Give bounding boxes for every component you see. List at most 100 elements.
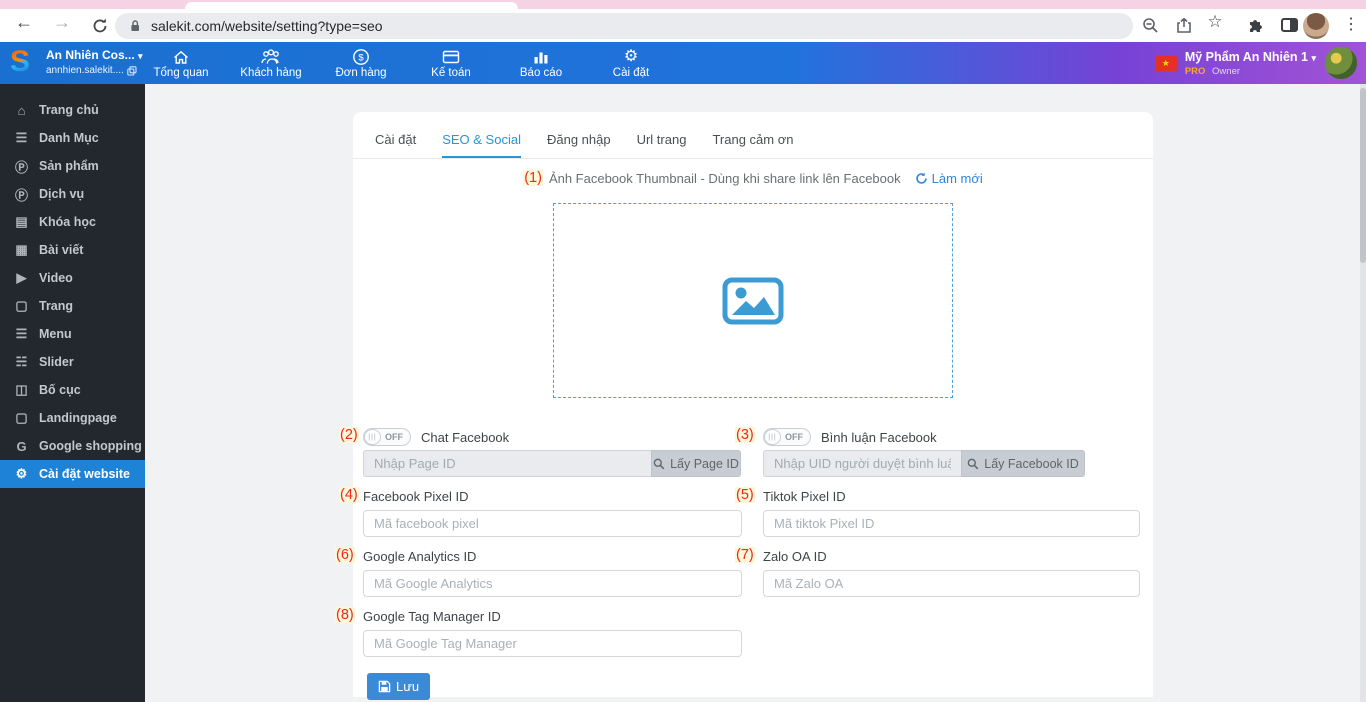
account-switcher[interactable]: An Nhiên Cos... ▾ annhien.salekit.... — [46, 48, 143, 76]
nav-tong-quan[interactable]: Tổng quan — [150, 48, 212, 79]
annotation-marker-4: (4) — [339, 487, 359, 503]
tiktok-pixel-input[interactable] — [763, 510, 1140, 537]
page-id-input-group: Lấy Page ID — [363, 450, 741, 477]
url-bar[interactable]: salekit.com/website/setting?type=seo — [115, 13, 1133, 39]
zoom-icon[interactable] — [1141, 16, 1161, 36]
share-icon[interactable] — [1174, 16, 1194, 36]
sidebar-item-label: Menu — [39, 327, 72, 341]
sidebar-item-san-pham[interactable]: Ⓟ Sản phẩm — [0, 152, 145, 180]
sidebar-item-menu[interactable]: ☰ Menu — [0, 320, 145, 348]
toggle-state-label: OFF — [385, 432, 403, 442]
forward-button[interactable]: → — [50, 12, 74, 33]
sidebar-item-trang-chu[interactable]: ⌂ Trang chủ — [0, 96, 145, 124]
back-button[interactable]: ← — [12, 12, 36, 33]
thumbnail-header: (1) Ảnh Facebook Thumbnail - Dùng khi sh… — [353, 170, 1153, 186]
plan-badge: PRO — [1184, 65, 1206, 77]
zalo-oa-field: (7) Zalo OA ID — [735, 547, 1140, 597]
sidebar-item-cai-dat-website[interactable]: ⚙ Cài đặt website — [0, 460, 145, 488]
browser-menu-icon[interactable]: ⋮ — [1343, 14, 1359, 34]
scrollbar-thumb[interactable] — [1360, 88, 1366, 263]
nav-bao-cao[interactable]: Báo cáo — [510, 48, 572, 79]
newspaper-icon: ▦ — [15, 242, 28, 257]
shop-avatar[interactable] — [1324, 46, 1358, 80]
browser-toolbar: ← → salekit.com/website/setting?type=seo… — [0, 9, 1366, 42]
annotation-marker-1: (1) — [523, 170, 543, 186]
nav-label: Kế toán — [431, 66, 471, 79]
toggle-inputs-row: Lấy Page ID Lấy Facebook ID — [353, 450, 1153, 477]
tabs-divider — [353, 158, 1153, 159]
page-icon: ▢ — [15, 298, 28, 313]
nav-cai-dat[interactable]: ⚙ Cài đặt — [600, 48, 662, 79]
search-icon — [967, 458, 979, 469]
browser-profile-avatar[interactable] — [1303, 13, 1329, 39]
header-right: ★ Mỹ Phẩm An Nhiên 1 ▾ PRO Owner — [1154, 42, 1358, 84]
extensions-puzzle-icon[interactable] — [1246, 16, 1266, 36]
save-floppy-icon — [378, 680, 391, 693]
google-icon: G — [16, 438, 27, 454]
annotation-marker-8: (8) — [335, 607, 355, 623]
sidebar-item-label: Trang — [39, 299, 74, 313]
refresh-icon — [915, 172, 927, 184]
get-facebook-id-label: Lấy Facebook ID — [984, 456, 1079, 471]
sidebar-item-dich-vu[interactable]: Ⓟ Dịch vụ — [0, 180, 145, 208]
browser-tab-strip — [0, 0, 1366, 9]
zalo-oa-input[interactable] — [763, 570, 1140, 597]
vietnam-flag-icon[interactable]: ★ — [1154, 55, 1177, 71]
content-area: Cài đặt SEO & Social Đăng nhập Url trang… — [145, 84, 1366, 702]
service-icon: Ⓟ — [14, 187, 28, 203]
sidebar-item-slider[interactable]: ☵ Slider — [0, 348, 145, 376]
salekit-logo[interactable]: S — [10, 45, 30, 79]
dollar-circle-icon: $ — [353, 48, 369, 65]
url-text: salekit.com/website/setting?type=seo — [151, 18, 383, 34]
sidebar-item-label: Dịch vụ — [39, 187, 85, 201]
toggle-knob: ||| — [764, 429, 781, 445]
sidebar-item-landingpage[interactable]: ▢ Landingpage — [0, 404, 145, 432]
reload-icon[interactable] — [90, 16, 110, 36]
chat-facebook-toggle[interactable]: ||| OFF — [363, 428, 411, 446]
side-panel-icon[interactable] — [1281, 18, 1298, 32]
get-page-id-button[interactable]: Lấy Page ID — [651, 450, 741, 477]
nav-don-hang[interactable]: $ Đơn hàng — [330, 48, 392, 79]
facebook-uid-input[interactable] — [763, 450, 961, 477]
tab-url-trang[interactable]: Url trang — [637, 132, 687, 159]
sidebar-item-video[interactable]: ▶ Video — [0, 264, 145, 292]
sidebar-item-bo-cuc[interactable]: ◫ Bố cục — [0, 376, 145, 404]
page-scrollbar[interactable] — [1360, 84, 1366, 702]
sidebar-item-google-shopping[interactable]: G Google shopping — [0, 432, 145, 460]
binh-luan-facebook-label: Bình luận Facebook — [821, 429, 937, 445]
sidebar-item-khoa-hoc[interactable]: ▤ Khóa học — [0, 208, 145, 236]
refresh-link[interactable]: Làm mới — [915, 171, 983, 186]
account-domain: annhien.salekit.... — [46, 65, 124, 76]
sidebar-item-bai-viet[interactable]: ▦ Bài viết — [0, 236, 145, 264]
tab-seo-social[interactable]: SEO & Social — [442, 132, 521, 159]
role-label: Owner — [1212, 65, 1241, 77]
google-analytics-input[interactable] — [363, 570, 742, 597]
binh-luan-facebook-toggle[interactable]: ||| OFF — [763, 428, 811, 446]
thumbnail-upload-dropzone[interactable] — [553, 203, 953, 398]
active-browser-tab[interactable] — [185, 2, 518, 9]
chart-icon — [534, 52, 548, 63]
chevron-down-icon: ▾ — [138, 51, 143, 61]
tab-dang-nhap[interactable]: Đăng nhập — [547, 132, 611, 159]
nav-khach-hang[interactable]: Khách hàng — [240, 48, 302, 79]
gear-icon: ⚙ — [623, 47, 639, 65]
copy-icon[interactable] — [127, 65, 137, 76]
annotation-marker-5: (5) — [735, 487, 755, 503]
tab-cai-dat[interactable]: Cài đặt — [375, 132, 416, 159]
facebook-pixel-input[interactable] — [363, 510, 742, 537]
sidebar-item-label: Sản phẩm — [39, 159, 99, 173]
image-placeholder-icon — [722, 277, 784, 324]
sidebar-item-trang[interactable]: ▢ Trang — [0, 292, 145, 320]
tab-trang-cam-on[interactable]: Trang cảm ơn — [712, 132, 793, 159]
facebook-pixel-field: (4) Facebook Pixel ID — [339, 487, 742, 537]
tiktok-pixel-label: Tiktok Pixel ID — [763, 489, 846, 504]
save-button[interactable]: Lưu — [367, 673, 431, 700]
bookmark-star-icon[interactable]: ☆ — [1203, 12, 1227, 32]
facebook-uid-input-group: Lấy Facebook ID — [763, 450, 1085, 477]
shop-menu[interactable]: Mỹ Phẩm An Nhiên 1 ▾ PRO Owner — [1185, 50, 1316, 77]
google-tag-manager-input[interactable] — [363, 630, 742, 657]
nav-ke-toan[interactable]: Kế toán — [420, 48, 482, 79]
get-facebook-id-button[interactable]: Lấy Facebook ID — [961, 450, 1085, 477]
page-id-input[interactable] — [363, 450, 651, 477]
sidebar-item-danh-muc[interactable]: ☰ Danh Mục — [0, 124, 145, 152]
